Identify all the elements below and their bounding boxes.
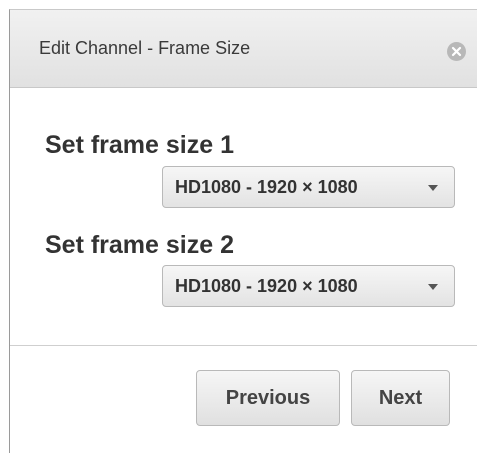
frame-size-1-label: Set frame size 1 bbox=[45, 131, 234, 159]
dialog-titlebar: Edit Channel - Frame Size bbox=[10, 10, 477, 88]
close-icon[interactable] bbox=[447, 42, 466, 61]
chevron-down-icon bbox=[428, 185, 438, 191]
next-button[interactable]: Next bbox=[351, 370, 450, 426]
frame-size-1-value: HD1080 - 1920 × 1080 bbox=[175, 177, 358, 197]
frame-size-2-select[interactable]: HD1080 - 1920 × 1080 bbox=[162, 265, 455, 307]
edit-channel-dialog: Edit Channel - Frame Size Set frame size… bbox=[9, 9, 477, 453]
footer-divider bbox=[10, 345, 477, 346]
frame-size-2-label: Set frame size 2 bbox=[45, 231, 234, 259]
frame-size-1-select[interactable]: HD1080 - 1920 × 1080 bbox=[162, 166, 455, 208]
previous-button[interactable]: Previous bbox=[196, 370, 340, 426]
chevron-down-icon bbox=[428, 284, 438, 290]
frame-size-2-value: HD1080 - 1920 × 1080 bbox=[175, 276, 358, 296]
dialog-title: Edit Channel - Frame Size bbox=[39, 38, 251, 58]
